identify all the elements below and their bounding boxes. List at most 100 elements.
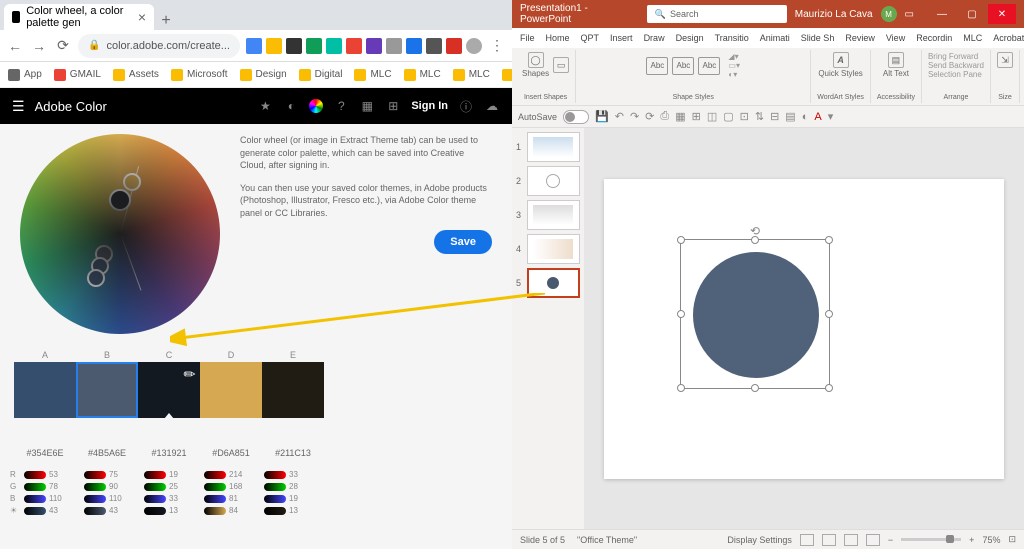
zoom-slider[interactable] [901, 538, 961, 541]
bookmark-folder[interactable]: MLC [404, 69, 441, 81]
quick-styles-button[interactable]: A Quick Styles [818, 52, 862, 78]
shape-effects-button[interactable]: ◐▾ [728, 70, 740, 79]
undo-icon[interactable]: ↶ [615, 110, 624, 123]
bookmark-item[interactable]: GMAIL [54, 69, 101, 81]
zoom-out-button[interactable]: − [888, 535, 893, 545]
zoom-in-button[interactable]: + [969, 535, 974, 545]
moon-icon[interactable]: ◐ [283, 98, 299, 114]
tab-qpt[interactable]: QPT [577, 31, 604, 45]
extension-icon[interactable] [406, 38, 422, 54]
alt-text-button[interactable]: ▤ Alt Text [883, 52, 909, 78]
hex-value[interactable]: #D6A851 [200, 448, 262, 458]
color-picker-point[interactable] [123, 173, 141, 191]
qat-icon[interactable]: ▢ [723, 110, 733, 123]
tab-acrobat[interactable]: Acrobat [989, 31, 1024, 45]
redo-icon[interactable]: ↷ [630, 110, 639, 123]
cloud-icon[interactable]: ☁ [484, 98, 500, 114]
shapes-gallery-button[interactable]: ◯ Shapes [522, 52, 549, 78]
color-picker-point[interactable] [87, 269, 105, 287]
shape-fill-button[interactable]: ◢▾ [728, 52, 740, 61]
grid-icon[interactable]: ▦ [359, 98, 375, 114]
bookmark-folder[interactable]: Assets [113, 69, 159, 81]
sorter-view-icon[interactable] [822, 534, 836, 546]
style-preset[interactable]: Abc [698, 57, 720, 75]
apps-button[interactable]: App [8, 69, 42, 81]
ribbon-options-icon[interactable]: ▭ [905, 9, 914, 20]
sign-in-button[interactable]: Sign In [411, 100, 448, 112]
color-picker-point[interactable] [109, 189, 131, 211]
menu-icon[interactable]: ☰ [12, 98, 25, 115]
close-button[interactable]: ✕ [988, 4, 1016, 24]
user-name[interactable]: Maurizio La Cava [795, 9, 873, 20]
bookmark-folder[interactable]: Microsoft [171, 69, 228, 81]
tab-design[interactable]: Design [672, 31, 708, 45]
hex-value[interactable]: #131921 [138, 448, 200, 458]
tab-view[interactable]: View [882, 31, 909, 45]
back-button[interactable]: ← [6, 37, 24, 55]
qat-icon[interactable]: ▤ [785, 110, 795, 123]
shape-outline-button[interactable]: ▭▾ [728, 61, 740, 70]
reload-button[interactable]: ⟳ [54, 37, 72, 55]
display-settings-button[interactable]: Display Settings [727, 535, 792, 545]
slideshow-view-icon[interactable] [866, 534, 880, 546]
extension-icon[interactable] [446, 38, 462, 54]
star-icon[interactable]: ★ [257, 98, 273, 114]
qat-icon[interactable]: ⇅ [755, 110, 764, 123]
qat-font-color-icon[interactable]: A [814, 111, 821, 123]
color-picker-point[interactable] [91, 257, 109, 275]
qat-icon[interactable]: ⊞ [692, 110, 701, 123]
tab-draw[interactable]: Draw [640, 31, 669, 45]
qat-icon[interactable]: ⟳ [645, 110, 654, 123]
slide[interactable]: ⟲ [604, 179, 1004, 479]
reading-view-icon[interactable] [844, 534, 858, 546]
tab-insert[interactable]: Insert [606, 31, 637, 45]
new-tab-button[interactable]: + [154, 12, 178, 30]
close-icon[interactable]: × [138, 9, 146, 25]
slide-thumb[interactable]: 4 [516, 234, 580, 264]
autosave-toggle[interactable] [563, 110, 589, 124]
qat-icon[interactable]: ▦ [675, 110, 685, 123]
extension-icon[interactable] [286, 38, 302, 54]
qat-icon[interactable]: ◐ [802, 111, 809, 123]
color-picker-point[interactable] [95, 245, 113, 263]
normal-view-icon[interactable] [800, 534, 814, 546]
slide-thumb-active[interactable]: 5 [516, 268, 580, 298]
qat-icon[interactable]: ⎙ [660, 110, 669, 123]
address-bar[interactable]: 🔒 color.adobe.com/create... [78, 34, 240, 58]
browser-tab[interactable]: Color wheel, a color palette gen × [4, 4, 154, 30]
slide-thumb[interactable]: 2 [516, 166, 580, 196]
slide-thumb[interactable]: 1 [516, 132, 580, 162]
fit-to-window-icon[interactable]: ⊡ [1008, 534, 1016, 545]
qat-icon[interactable]: ◫ [707, 110, 717, 123]
color-swatch[interactable] [76, 362, 138, 418]
selection-pane-button[interactable]: Selection Pane [928, 70, 984, 79]
slide-counter[interactable]: Slide 5 of 5 [520, 535, 565, 545]
search-box[interactable]: 🔍 Search [647, 5, 787, 23]
save-button[interactable]: Save [434, 230, 492, 254]
tab-home[interactable]: Home [542, 31, 574, 45]
zoom-level[interactable]: 75% [982, 535, 1000, 545]
extension-icon[interactable] [386, 38, 402, 54]
color-wheel[interactable] [20, 134, 220, 334]
resize-handle[interactable] [825, 310, 833, 318]
slide-thumb[interactable]: 3 [516, 200, 580, 230]
qat-icon[interactable]: ⊟ [770, 110, 779, 123]
style-preset[interactable]: Abc [646, 57, 668, 75]
extension-icon[interactable] [326, 38, 342, 54]
extension-icon[interactable] [266, 38, 282, 54]
menu-button[interactable]: ⋮ [488, 37, 506, 55]
resize-handle[interactable] [677, 384, 685, 392]
tab-slideshow[interactable]: Slide Sh [797, 31, 839, 45]
resize-handle[interactable] [677, 236, 685, 244]
help-icon[interactable]: ? [333, 98, 349, 114]
resize-handle[interactable] [825, 384, 833, 392]
forward-button[interactable]: → [30, 37, 48, 55]
color-swatch[interactable] [14, 362, 76, 418]
hex-value[interactable]: #4B5A6E [76, 448, 138, 458]
tab-recording[interactable]: Recordin [912, 31, 956, 45]
hex-value[interactable]: #354E6E [14, 448, 76, 458]
resize-handle[interactable] [677, 310, 685, 318]
qat-customize-icon[interactable]: ▾ [828, 110, 834, 123]
qat-icon[interactable]: ⊡ [740, 110, 749, 123]
circle-shape[interactable] [693, 252, 819, 378]
